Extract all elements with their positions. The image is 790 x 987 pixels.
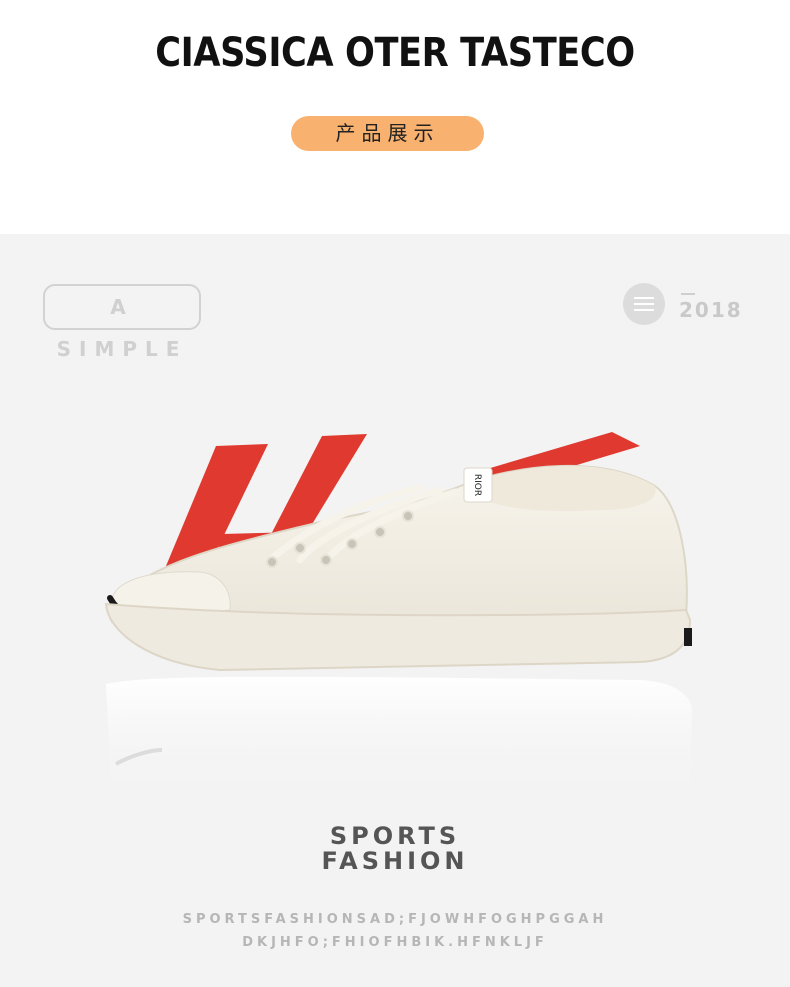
shoe-illustration: RIOR bbox=[104, 432, 693, 804]
year-label: 2018 bbox=[679, 298, 743, 322]
a-simple-badge: A SIMPLE bbox=[43, 284, 201, 361]
header: CIASSICA OTER TASTECO 产品展示 bbox=[0, 0, 790, 234]
menu-bar bbox=[634, 309, 654, 311]
sports-heading: SPORTS bbox=[329, 822, 461, 850]
filler-text-2: DKJHFO;FHIOFHBIK.HFNKLJF bbox=[242, 935, 548, 950]
menu-bar bbox=[634, 297, 654, 299]
shoe-heel-label bbox=[684, 628, 692, 646]
menu-bar bbox=[634, 303, 654, 305]
menu-icon[interactable] bbox=[623, 283, 665, 325]
product-showcase: A SIMPLE 2018 RIOR SPORTS FASHION SPORTS… bbox=[0, 234, 790, 987]
product-display-tag: 产品展示 bbox=[291, 116, 484, 151]
filler-text-1: SPORTSFASHIONSAD;FJOWHFOGHPGGAH bbox=[182, 912, 608, 927]
product-page: CIASSICA OTER TASTECO 产品展示 A SIMPLE 2018 bbox=[0, 0, 790, 987]
page-title: CIASSICA OTER TASTECO bbox=[155, 30, 635, 76]
shoe-reflection bbox=[106, 676, 693, 804]
year-dash bbox=[681, 293, 695, 295]
fashion-heading: FASHION bbox=[321, 847, 469, 875]
sports-fashion-heading: SPORTS FASHION bbox=[0, 824, 790, 874]
shoe-brand-text: RIOR bbox=[472, 474, 482, 496]
